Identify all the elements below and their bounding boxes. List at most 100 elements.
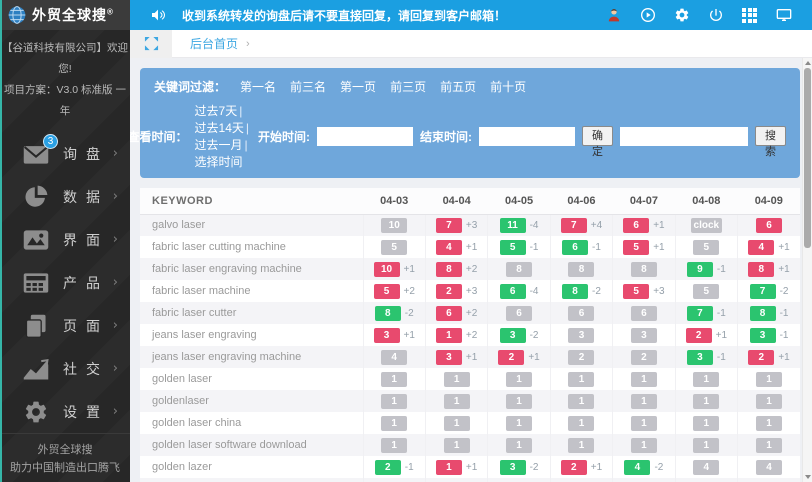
keyword-filter-option[interactable]: 第一页 (340, 80, 376, 94)
keyword-filter-option[interactable]: 第一名 (240, 80, 276, 94)
rank-badge-gray: 1 (756, 394, 782, 409)
expand-arrows-icon[interactable] (130, 30, 172, 58)
rank-badge-gray: 1 (568, 372, 594, 387)
time-filter-option[interactable]: 过去一月 (195, 138, 243, 152)
sidebar-item-interface[interactable]: 界面 › (0, 218, 130, 261)
sidebar-item-label: 询盘 (63, 144, 113, 164)
rank-badge-gray: 8 (631, 262, 657, 277)
rank-cell: 1 (363, 390, 425, 412)
rank-badge-gray: 3 (631, 328, 657, 343)
rank-cell: 1 (363, 368, 425, 390)
rank-change-value: +1 (466, 352, 477, 363)
sidebar-item-pages[interactable]: 页面 › (0, 304, 130, 347)
rank-cell: 5 (363, 236, 425, 258)
keyword-search-input[interactable] (620, 127, 748, 146)
sidebar-item-inquiry[interactable]: 3 询盘 › (0, 132, 130, 175)
rank-cell: 1 (363, 434, 425, 456)
rank-change-value: +2 (404, 286, 415, 297)
rank-badge-gray: 5 (381, 240, 407, 255)
rank-change-value: +1 (591, 462, 602, 473)
rank-change-value: +2 (466, 330, 477, 341)
content-area: 关键词过滤： 第一名前三名第一页前三页前五页前十页 查看时间： 过去7天|过去1… (130, 58, 812, 482)
keyword-filter-option[interactable]: 前十页 (490, 80, 526, 94)
time-filter-option[interactable]: 过去14天 (195, 121, 244, 135)
app-logo-title: 外贸全球搜® (32, 5, 114, 25)
monitor-icon[interactable] (775, 7, 792, 24)
announcement-text: 收到系统转发的询盘后请不要直接回复，请回复到客户邮箱！ (182, 7, 506, 24)
rank-change-value: -1 (592, 242, 601, 253)
table-header: KEYWORD04-0304-0404-0504-0604-0704-0804-… (140, 188, 800, 214)
end-time-input[interactable] (479, 127, 575, 146)
rank-cell: 8-2 (550, 280, 612, 302)
keyword-cell: fabric laser cutter (140, 302, 363, 324)
registered-mark: ® (107, 7, 114, 16)
scroll-down-arrow-icon[interactable] (805, 475, 811, 479)
topbar-actions (605, 7, 802, 24)
confirm-button[interactable]: 确定 (582, 126, 613, 146)
rank-badge-red: 4 (748, 240, 774, 255)
rank-cell: 1 (425, 434, 487, 456)
rank-cell: 1 (613, 478, 675, 482)
sidebar-item-settings[interactable]: 设置 › (0, 390, 130, 433)
option-separator: | (245, 138, 248, 152)
rank-badge-gray: 1 (693, 394, 719, 409)
play-circle-icon[interactable] (639, 7, 656, 24)
scroll-up-arrow-icon[interactable] (805, 61, 811, 65)
rank-badge-red: 6 (756, 218, 782, 233)
rank-cell: 8 (550, 258, 612, 280)
table-row: golden laser software download1111111 (140, 434, 800, 456)
start-time-input[interactable] (317, 127, 413, 146)
gear-icon (22, 399, 50, 425)
envelope-icon: 3 (22, 141, 50, 167)
sidebar-item-product[interactable]: 产品 › (0, 261, 130, 304)
scrollbar-thumb[interactable] (804, 68, 811, 248)
rank-cell: 5-1 (488, 236, 550, 258)
gear-icon[interactable] (673, 7, 690, 24)
rank-change-value: -1 (717, 352, 726, 363)
user-avatar-icon[interactable] (605, 7, 622, 24)
keyword-filter-options: 第一名前三名第一页前三页前五页前十页 (226, 78, 526, 95)
chevron-right-icon: › (113, 275, 118, 290)
rank-badge-gray: 10 (381, 218, 407, 233)
rank-badge-red: 2 (561, 460, 587, 475)
rank-cell: 1 (363, 412, 425, 434)
rank-badge-gray: 2 (568, 350, 594, 365)
keyword-filter-label: 关键词过滤： (154, 78, 226, 95)
rank-badge-gray: 1 (631, 416, 657, 431)
pages-icon (22, 313, 50, 339)
rank-cell: 6-1 (550, 236, 612, 258)
logo-bar: 外贸全球搜® (0, 0, 130, 30)
rank-badge-red: 2 (686, 328, 712, 343)
search-button[interactable]: 搜索 (755, 126, 786, 146)
breadcrumb-home-link[interactable]: 后台首页 (190, 35, 238, 52)
rank-change-value: -1 (530, 242, 539, 253)
rank-badge-gray: 8 (506, 262, 532, 277)
vertical-scrollbar[interactable] (802, 58, 812, 482)
rank-badge-green: 3 (500, 460, 526, 475)
rank-cell: 1+1 (425, 456, 487, 478)
rank-badge-red: 6 (623, 218, 649, 233)
keyword-filter-option[interactable]: 前五页 (440, 80, 476, 94)
time-filter-option[interactable]: 选择时间 (195, 155, 243, 169)
keyword-filter-option[interactable]: 前三页 (390, 80, 426, 94)
keyword-cell: golden lazer (140, 456, 363, 478)
rank-cell: 10 (363, 214, 425, 236)
sidebar-item-social[interactable]: 社交 › (0, 347, 130, 390)
rank-change-value: +1 (404, 264, 415, 275)
time-filter-option[interactable]: 过去7天 (195, 104, 238, 118)
table-row: fabric laser machine5+22+36-48-25+357-2 (140, 280, 800, 302)
sidebar-item-label: 社交 (63, 359, 113, 379)
rank-cell: 11-4 (488, 214, 550, 236)
app-window: 外贸全球搜® 【谷道科技有限公司】欢迎您! 项目方案：V3.0 标准版 一年 3… (0, 0, 812, 482)
keyword-cell: golden laser china (140, 412, 363, 434)
rank-badge-gray: 1 (444, 416, 470, 431)
apps-grid-icon[interactable] (741, 7, 758, 24)
power-icon[interactable] (707, 7, 724, 24)
sidebar-item-data[interactable]: 数据 › (0, 175, 130, 218)
rank-cell: 6 (550, 302, 612, 324)
rank-cell: 2 (613, 346, 675, 368)
rank-badge-gray: 4 (756, 460, 782, 475)
keyword-filter-option[interactable]: 前三名 (290, 80, 326, 94)
rank-badge-green: 11 (500, 218, 526, 233)
rank-badge-red: 7 (436, 218, 462, 233)
